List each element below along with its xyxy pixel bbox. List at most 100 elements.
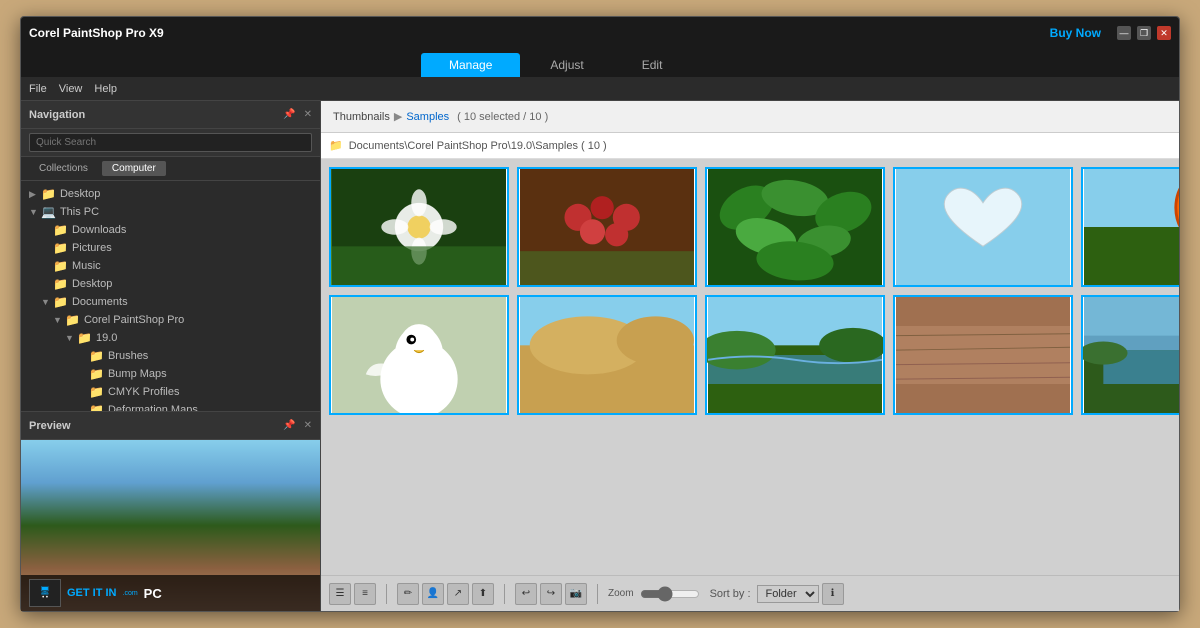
thumb-flowers-img: [331, 169, 507, 285]
thumbnail-item[interactable]: [893, 167, 1073, 287]
nav-group: ↩ ↪ 📷: [515, 583, 587, 605]
menu-file[interactable]: File: [29, 83, 47, 95]
sort-select-group: Folder Name Date Size Type ℹ: [757, 583, 844, 605]
sort-label: Sort by :: [710, 588, 751, 600]
thumb-balloon-img: [1083, 169, 1179, 285]
path-text: Documents\Corel PaintShop Pro\19.0\Sampl…: [349, 140, 607, 152]
tree-item-deformation[interactable]: 📁 Deformation Maps: [21, 401, 320, 411]
preview-panel-controls: 📌 ✕: [283, 420, 312, 431]
thumb-sand-img: [519, 297, 695, 413]
tree-item-brushes[interactable]: 📁 Brushes: [21, 347, 320, 365]
center-panel: Thumbnails ▶ Samples ( 10 selected / 10 …: [321, 101, 1179, 611]
search-box: [21, 129, 320, 157]
thumbnail-item[interactable]: [517, 295, 697, 415]
path-folder-icon: 📁: [329, 139, 343, 152]
share-btn[interactable]: ↗: [447, 583, 469, 605]
tree-item-downloads[interactable]: 📁 Downloads: [21, 221, 320, 239]
watermark-icon: 🖥 • •: [29, 579, 61, 607]
tab-computer[interactable]: Computer: [102, 161, 166, 176]
tree-folder-icon: 📁: [65, 313, 80, 327]
watermark-com: .com: [123, 590, 138, 597]
sort-info-btn[interactable]: ℹ: [822, 583, 844, 605]
preview-close-icon[interactable]: ✕: [304, 420, 312, 431]
tab-edit[interactable]: Edit: [614, 53, 691, 77]
close-button[interactable]: ✕: [1157, 26, 1171, 40]
tree-item-19[interactable]: ▼ 📁 19.0: [21, 329, 320, 347]
thumbnail-item[interactable]: [329, 295, 509, 415]
tab-manage[interactable]: Manage: [421, 53, 520, 77]
tree-item-label: Desktop: [72, 278, 112, 290]
thumbnail-item[interactable]: [329, 167, 509, 287]
tree-folder-icon: 📁: [41, 187, 56, 201]
main-window: Corel PaintShop Pro X9 Buy Now — ❐ ✕ Man…: [20, 16, 1180, 612]
tree-item-desktop[interactable]: ▶ 📁 Desktop: [21, 185, 320, 203]
tree-folder-icon: 📁: [53, 241, 68, 255]
tree-folder-icon: 📁: [89, 403, 104, 411]
nav-tabs: Collections Computer: [21, 157, 320, 181]
tree-item-label: Deformation Maps: [108, 404, 198, 411]
person-btn[interactable]: 👤: [422, 583, 444, 605]
tree-folder-icon: 📁: [53, 277, 68, 291]
tree-folder-icon: 📁: [89, 367, 104, 381]
tab-collections[interactable]: Collections: [29, 161, 98, 176]
tree-item-cmyk[interactable]: 📁 CMYK Profiles: [21, 383, 320, 401]
toolbar-sep-3: [597, 584, 598, 604]
restore-button[interactable]: ❐: [1137, 26, 1151, 40]
thumbnail-item[interactable]: [1081, 167, 1179, 287]
preview-pin-icon[interactable]: 📌: [283, 420, 295, 431]
upload-btn[interactable]: ⬆: [472, 583, 494, 605]
minimize-button[interactable]: —: [1117, 26, 1131, 40]
tree-item-label: This PC: [60, 206, 99, 218]
breadcrumb-thumbnails[interactable]: Thumbnails: [333, 111, 390, 123]
nav-pin-icon[interactable]: 📌: [283, 109, 295, 120]
tree-item-corel[interactable]: ▼ 📁 Corel PaintShop Pro: [21, 311, 320, 329]
breadcrumb-samples[interactable]: Samples: [406, 111, 449, 123]
tree-item-label: Bump Maps: [108, 368, 167, 380]
thumbnail-item[interactable]: [1081, 295, 1179, 415]
preview-landscape-bg: 🖥 • • GET IT IN .com PC: [21, 440, 320, 611]
nav-panel-controls: 📌 ✕: [283, 109, 312, 120]
thumbnail-area: [321, 159, 1179, 575]
zoom-slider[interactable]: [640, 586, 700, 602]
thumb-rock-img: [895, 297, 1071, 413]
tree-view: ▶ 📁 Desktop ▼ 💻 This PC 📁 Downloads 📁 Pi…: [21, 181, 320, 411]
action-group: ✏ 👤 ↗ ⬆: [397, 583, 494, 605]
tree-item-label: Music: [72, 260, 101, 272]
tree-item-bumpmaps[interactable]: 📁 Bump Maps: [21, 365, 320, 383]
tree-arrow: ▼: [41, 297, 51, 307]
list-view-btn[interactable]: ☰: [329, 583, 351, 605]
thumbnail-item[interactable]: [517, 167, 697, 287]
tree-item-documents[interactable]: ▼ 📁 Documents: [21, 293, 320, 311]
thumbnail-row-1: [329, 167, 1179, 287]
toolbar-sep-1: [386, 584, 387, 604]
thumbnail-item[interactable]: [893, 295, 1073, 415]
menu-view[interactable]: View: [59, 83, 83, 95]
buy-now-link[interactable]: Buy Now: [1050, 26, 1101, 40]
watermark-pc-text: PC: [144, 586, 162, 601]
watermark-pc-icon: 🖥: [40, 586, 50, 595]
search-input[interactable]: [29, 133, 312, 152]
tree-item-this-pc[interactable]: ▼ 💻 This PC: [21, 203, 320, 221]
tree-item-label: CMYK Profiles: [108, 386, 180, 398]
sort-select[interactable]: Folder Name Date Size Type: [757, 585, 819, 603]
back-btn[interactable]: ↩: [515, 583, 537, 605]
menu-help[interactable]: Help: [94, 83, 117, 95]
edit-btn[interactable]: ✏: [397, 583, 419, 605]
tree-item-pictures[interactable]: 📁 Pictures: [21, 239, 320, 257]
tab-adjust[interactable]: Adjust: [522, 53, 611, 77]
tree-folder-icon: 📁: [77, 331, 92, 345]
tree-item-label: Desktop: [60, 188, 100, 200]
thumbnail-item[interactable]: [705, 167, 885, 287]
camera-btn[interactable]: 📷: [565, 583, 587, 605]
forward-btn[interactable]: ↪: [540, 583, 562, 605]
tree-item-music[interactable]: 📁 Music: [21, 257, 320, 275]
tree-arrow: ▶: [29, 189, 39, 200]
breadcrumb-sep: ▶: [394, 110, 402, 123]
thumb-river-img: [707, 297, 883, 413]
nav-close-icon[interactable]: ✕: [304, 109, 312, 120]
thumbnail-item[interactable]: [705, 295, 885, 415]
navigation-header: Navigation 📌 ✕: [21, 101, 320, 129]
detail-view-btn[interactable]: ≡: [354, 583, 376, 605]
tree-item-desktop2[interactable]: 📁 Desktop: [21, 275, 320, 293]
tree-item-label: Downloads: [72, 224, 126, 236]
